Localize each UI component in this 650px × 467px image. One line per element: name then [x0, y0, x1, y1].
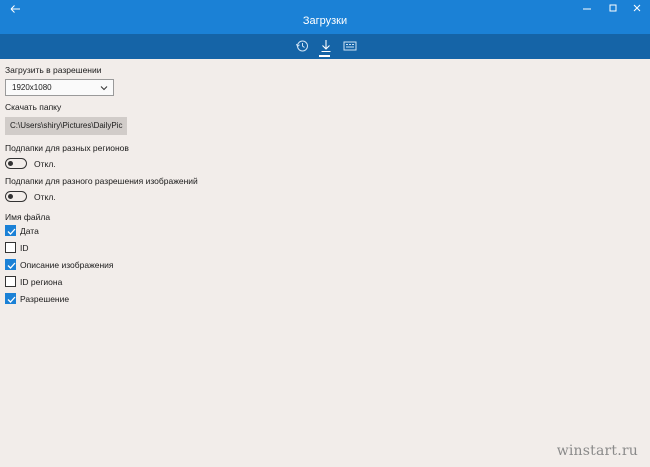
- resolution-subfolders-label: Подпапки для разного разрешения изображе…: [5, 176, 198, 186]
- checkbox-description[interactable]: [5, 259, 16, 270]
- download-icon[interactable]: [318, 38, 334, 54]
- region-subfolders-label: Подпапки для разных регионов: [5, 143, 129, 153]
- checkbox-label: ID: [20, 243, 29, 253]
- resolution-toggle-state: Откл.: [34, 192, 56, 202]
- maximize-icon[interactable]: [606, 2, 620, 14]
- navigation-bar: [0, 34, 650, 59]
- minimize-icon[interactable]: [580, 2, 594, 14]
- folder-path-button[interactable]: C:\Users\shiry\Pictures\DailyPic: [5, 117, 127, 135]
- region-subfolders-toggle[interactable]: [5, 158, 27, 169]
- resolution-label: Загрузить в разрешении: [5, 65, 102, 75]
- history-icon[interactable]: [294, 38, 310, 54]
- active-tab-indicator: [319, 55, 330, 57]
- chevron-down-icon: [100, 86, 108, 91]
- checkbox-label: Описание изображения: [20, 260, 114, 270]
- back-arrow-icon[interactable]: [8, 3, 22, 15]
- check-icon: [7, 296, 16, 303]
- region-toggle-state: Откл.: [34, 159, 56, 169]
- watermark: winstart.ru: [556, 443, 638, 459]
- checkbox-label: Разрешение: [20, 294, 70, 304]
- toggle-knob: [8, 160, 13, 166]
- gallery-icon[interactable]: [342, 38, 358, 54]
- toggle-knob: [8, 193, 13, 199]
- checkbox-region-id[interactable]: [5, 276, 16, 287]
- checkbox-label: ID региона: [20, 277, 63, 287]
- window-title: Загрузки: [302, 15, 348, 27]
- filename-label: Имя файла: [5, 212, 51, 222]
- resolution-select[interactable]: 1920x1080: [5, 79, 114, 96]
- checkbox-resolution[interactable]: [5, 293, 16, 304]
- folder-path: C:\Users\shiry\Pictures\DailyPic: [10, 121, 123, 130]
- checkbox-date[interactable]: [5, 225, 16, 236]
- check-icon: [7, 262, 16, 269]
- checkbox-label: Дата: [20, 226, 39, 236]
- check-icon: [7, 228, 16, 235]
- close-icon[interactable]: [630, 2, 644, 14]
- resolution-value: 1920x1080: [12, 83, 52, 92]
- resolution-subfolders-toggle[interactable]: [5, 191, 27, 202]
- settings-panel: Загрузить в разрешении 1920x1080 Скачать…: [0, 59, 650, 467]
- checkbox-id[interactable]: [5, 242, 16, 253]
- folder-label: Скачать папку: [5, 102, 62, 112]
- title-bar: Загрузки: [0, 0, 650, 34]
